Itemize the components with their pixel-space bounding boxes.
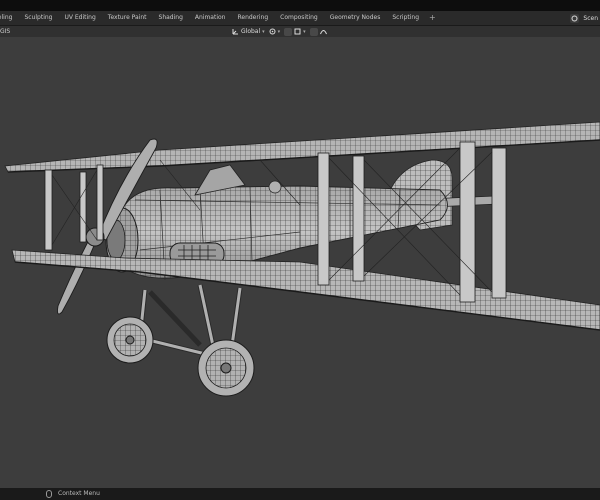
tab-animation[interactable]: Animation: [189, 11, 232, 25]
tab-texture-paint[interactable]: Texture Paint: [102, 11, 153, 25]
transform-orientation-icon: [232, 29, 238, 35]
tab-shading[interactable]: Shading: [153, 11, 189, 25]
scene-selector[interactable]: Scen: [570, 11, 600, 25]
status-bar: Context Menu: [0, 488, 600, 500]
tab-sculpting[interactable]: Sculpting: [18, 11, 58, 25]
upper-wing: [4, 121, 600, 173]
snap-icon: [284, 27, 293, 36]
viewport-header: GIS Global ▾ ▾ ▾: [0, 26, 600, 37]
chevron-down-icon: ▾: [277, 28, 281, 35]
transform-orientation-value: Global: [241, 28, 261, 35]
header-left-label: GIS: [0, 28, 11, 35]
snap-target-icon: [294, 28, 301, 35]
falloff-icon: [319, 30, 327, 35]
chevron-down-icon: ▾: [303, 28, 306, 35]
biplane-wireframe-model: [4, 121, 600, 397]
workspace-tabs-bar: deling Sculpting UV Editing Texture Pain…: [0, 11, 600, 26]
snap-toggle[interactable]: ▾: [284, 27, 306, 36]
top-black-bar: [0, 0, 600, 11]
3d-viewport[interactable]: [0, 37, 600, 488]
header-tools: Global ▾ ▾ ▾: [232, 27, 327, 36]
tab-scripting[interactable]: Scripting: [386, 11, 425, 25]
pivot-icon: [269, 28, 276, 35]
context-menu-hint: Context Menu: [58, 490, 100, 497]
pivot-point-dropdown[interactable]: ▾: [269, 27, 281, 36]
tab-rendering[interactable]: Rendering: [231, 11, 274, 25]
lower-wing: [11, 249, 600, 331]
add-workspace-button[interactable]: +: [425, 11, 440, 25]
landing-gear: [106, 284, 255, 397]
proportional-edit-icon: [309, 27, 318, 36]
tab-uv-editing[interactable]: UV Editing: [58, 11, 101, 25]
mouse-icon: [46, 490, 52, 498]
tab-geometry-nodes[interactable]: Geometry Nodes: [324, 11, 387, 25]
transform-orientation-dropdown[interactable]: Global ▾: [232, 27, 265, 36]
scene-icon: [570, 13, 580, 23]
chevron-down-icon: ▾: [262, 28, 265, 35]
tab-compositing[interactable]: Compositing: [274, 11, 324, 25]
proportional-edit-toggle[interactable]: [309, 27, 327, 36]
tab-modeling[interactable]: deling: [0, 11, 18, 25]
scene-name: Scen: [583, 14, 598, 22]
